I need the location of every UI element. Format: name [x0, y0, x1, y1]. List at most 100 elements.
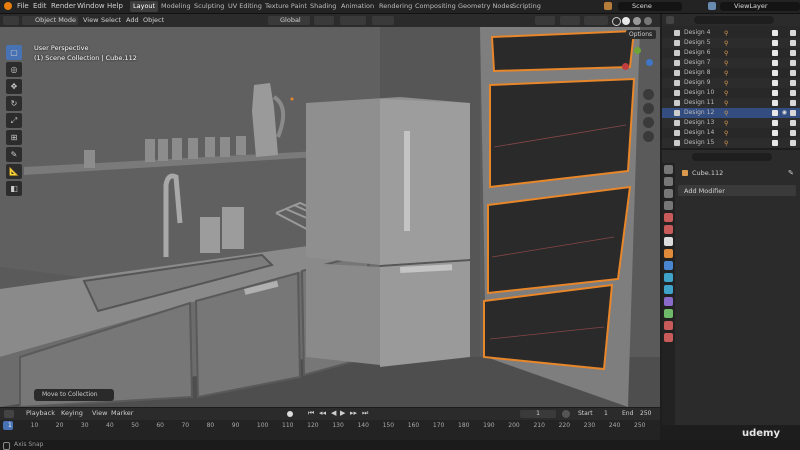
properties-search-input[interactable]: [692, 153, 772, 161]
eye-icon[interactable]: ◉: [782, 110, 787, 116]
outliner-row[interactable]: Design 4 ⚲: [662, 28, 800, 38]
outliner-row[interactable]: Design 10 ⚲: [662, 88, 800, 98]
outliner-row[interactable]: Design 7 ⚲: [662, 58, 800, 68]
tab-modeling[interactable]: Modeling: [158, 1, 194, 12]
overlay-button[interactable]: [584, 16, 608, 25]
view-layer-tab-icon[interactable]: [664, 201, 673, 210]
physics-tab-icon[interactable]: [664, 285, 673, 294]
exclude-checkbox[interactable]: [772, 100, 778, 106]
outliner-filter-icon[interactable]: [666, 16, 674, 24]
output-tab-icon[interactable]: [664, 189, 673, 198]
outliner-row[interactable]: Design 8 ⚲: [662, 68, 800, 78]
tab-rendering[interactable]: Rendering: [376, 1, 415, 12]
render-toggle-icon[interactable]: [790, 90, 796, 96]
menu-marker[interactable]: Marker: [111, 409, 133, 418]
render-toggle-icon[interactable]: [790, 70, 796, 76]
add-modifier-button[interactable]: Add Modifier: [678, 185, 796, 196]
select-box-tool-icon[interactable]: ▢: [6, 45, 22, 60]
move-tool-icon[interactable]: ✥: [6, 79, 22, 94]
camera-view-icon[interactable]: [643, 117, 654, 128]
record-icon[interactable]: [287, 411, 293, 417]
menu-edit[interactable]: Edit: [33, 2, 47, 10]
outliner-row[interactable]: Design 11 ⚲: [662, 98, 800, 108]
exclude-checkbox[interactable]: [772, 50, 778, 56]
exclude-checkbox[interactable]: [772, 110, 778, 116]
menu-render[interactable]: Render: [51, 2, 76, 10]
scene-field[interactable]: Scene: [618, 2, 682, 11]
object-tab-icon[interactable]: [664, 249, 673, 258]
gizmo-y-axis-icon[interactable]: [634, 47, 641, 54]
outliner-search-input[interactable]: [694, 16, 774, 24]
texture-tab-icon[interactable]: [664, 333, 673, 342]
constraints-tab-icon[interactable]: [664, 297, 673, 306]
prev-key-icon[interactable]: ◂◂: [319, 409, 326, 417]
menu-select[interactable]: Select: [101, 16, 121, 25]
exclude-checkbox[interactable]: [772, 120, 778, 126]
measure-tool-icon[interactable]: 📐: [6, 164, 22, 179]
render-toggle-icon[interactable]: [790, 100, 796, 106]
collection-tab-icon[interactable]: [664, 237, 673, 246]
exclude-checkbox[interactable]: [772, 130, 778, 136]
proportional-edit-button[interactable]: [372, 16, 394, 25]
outliner-row[interactable]: Design 14 ⚲: [662, 128, 800, 138]
jump-end-icon[interactable]: ⏭: [362, 409, 368, 418]
particles-tab-icon[interactable]: [664, 273, 673, 282]
render-toggle-icon[interactable]: [790, 140, 796, 146]
outliner-row[interactable]: Design 6 ⚲: [662, 48, 800, 58]
next-key-icon[interactable]: ▸▸: [350, 409, 357, 417]
gizmo-button[interactable]: [560, 16, 580, 25]
jump-start-icon[interactable]: ⏮: [308, 409, 314, 418]
rotate-tool-icon[interactable]: ↻: [6, 96, 22, 111]
exclude-checkbox[interactable]: [772, 90, 778, 96]
perspective-toggle-icon[interactable]: [643, 131, 654, 142]
tab-shading[interactable]: Shading: [307, 1, 339, 12]
scene-selector-icon[interactable]: [604, 2, 612, 10]
menu-help[interactable]: Help: [107, 2, 123, 10]
render-tab-icon[interactable]: [664, 177, 673, 186]
render-toggle-icon[interactable]: [790, 130, 796, 136]
render-toggle-icon[interactable]: [790, 60, 796, 66]
render-toggle-icon[interactable]: [790, 30, 796, 36]
menu-object[interactable]: Object: [143, 16, 164, 25]
menu-keying[interactable]: Keying: [61, 409, 83, 418]
tab-scripting[interactable]: Scripting: [509, 1, 544, 12]
outliner-row[interactable]: Design 9 ⚲: [662, 78, 800, 88]
current-frame-field[interactable]: 1: [520, 410, 556, 418]
exclude-checkbox[interactable]: [772, 70, 778, 76]
data-tab-icon[interactable]: [664, 309, 673, 318]
visibility-button[interactable]: [535, 16, 555, 25]
render-toggle-icon[interactable]: [790, 50, 796, 56]
shading-material-icon[interactable]: [633, 17, 641, 25]
transform-orientation-dropdown[interactable]: Global: [268, 16, 310, 25]
render-toggle-icon[interactable]: [790, 40, 796, 46]
shading-rendered-icon[interactable]: [644, 17, 652, 25]
play-icon[interactable]: ▶: [340, 409, 345, 417]
play-reverse-icon[interactable]: ◀: [331, 409, 336, 417]
exclude-checkbox[interactable]: [772, 30, 778, 36]
gizmo-z-axis-icon[interactable]: [646, 59, 653, 66]
tab-texture-paint[interactable]: Texture Paint: [262, 1, 310, 12]
transform-tool-icon[interactable]: ⊞: [6, 130, 22, 145]
editor-type-button[interactable]: [3, 16, 19, 25]
exclude-checkbox[interactable]: [772, 40, 778, 46]
modifier-tab-icon[interactable]: [664, 261, 673, 270]
view-layer-field[interactable]: ViewLayer: [720, 2, 800, 11]
object-mode-dropdown[interactable]: Object Mode: [22, 16, 78, 25]
tab-compositing[interactable]: Compositing: [412, 1, 459, 12]
gizmo-x-axis-icon[interactable]: [622, 63, 629, 70]
view-layer-icon[interactable]: [708, 2, 716, 10]
shading-wireframe-icon[interactable]: [612, 17, 621, 26]
options-dropdown[interactable]: Options: [626, 30, 656, 39]
timeline-ruler[interactable]: 1 10 20 30 40 50 60 70 80 90 100 110 120 130 140 150 160…: [0, 420, 660, 440]
preview-range-icon[interactable]: [562, 410, 570, 418]
menu-timeline-view[interactable]: View: [92, 409, 107, 418]
exclude-checkbox[interactable]: [772, 60, 778, 66]
cursor-tool-icon[interactable]: ◎: [6, 62, 22, 77]
render-toggle-icon[interactable]: [790, 80, 796, 86]
render-toggle-icon[interactable]: [790, 120, 796, 126]
outliner-row[interactable]: Design 15 ⚲: [662, 138, 800, 148]
exclude-checkbox[interactable]: [772, 140, 778, 146]
tool-tab-icon[interactable]: [664, 165, 673, 174]
tab-layout[interactable]: Layout: [130, 1, 159, 12]
scene-tab-icon[interactable]: [664, 213, 673, 222]
